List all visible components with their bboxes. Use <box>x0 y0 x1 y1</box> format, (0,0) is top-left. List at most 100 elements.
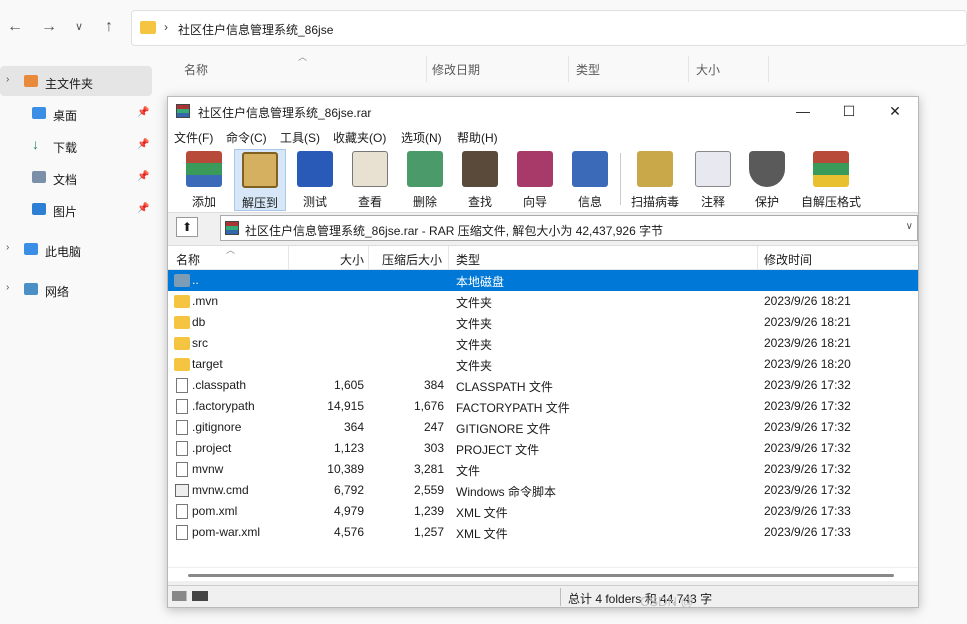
chevron-right-icon[interactable]: › <box>6 242 9 253</box>
col-header-size[interactable]: 大小 <box>340 251 364 268</box>
up-folder-button[interactable]: ⬆ <box>176 217 198 237</box>
col-header-size[interactable]: 大小 <box>696 61 720 78</box>
pin-icon[interactable]: 📌 <box>137 203 149 214</box>
comment-button[interactable]: 注释 <box>688 149 738 211</box>
table-row[interactable]: pom-war.xml 4,576 1,257 XML 文件 2023/9/26 17:… <box>168 522 918 543</box>
table-row[interactable]: .project 1,123 303 PROJECT 文件 2023/9/26 17:3… <box>168 438 918 459</box>
title-bar[interactable]: 社区住户信息管理系统_86jse.rar — ☐ ✕ <box>168 97 918 125</box>
menu-commands[interactable]: 命令(C) <box>226 129 267 146</box>
sidebar-item-network[interactable]: › 网络 <box>0 274 152 304</box>
menu-tools[interactable]: 工具(S) <box>280 129 320 146</box>
col-header-modified[interactable]: 修改时间 <box>764 251 812 268</box>
col-header-modified[interactable]: 修改日期 <box>432 61 480 78</box>
table-row[interactable]: .factorypath 14,915 1,676 FACTORYPATH 文件 202… <box>168 396 918 417</box>
wizard-icon <box>517 151 553 187</box>
sfx-archive-icon <box>813 151 849 187</box>
info-button[interactable]: 信息 <box>565 149 615 211</box>
chevron-right-icon[interactable]: › <box>6 282 9 293</box>
virus-scan-button[interactable]: 扫描病毒 <box>626 149 684 211</box>
sidebar-item-documents[interactable]: 文档 📌 <box>0 162 152 192</box>
cell-packed-size: 1,257 <box>413 525 444 539</box>
path-dropdown[interactable]: 社区住户信息管理系统_86jse.rar - RAR 压缩文件, 解包大小为 4… <box>220 215 918 241</box>
table-row[interactable]: src 文件夹 2023/9/26 18:21 <box>168 333 918 354</box>
chevron-right-icon[interactable]: › <box>6 74 9 85</box>
recycle-icon <box>407 151 443 187</box>
delete-button[interactable]: 删除 <box>400 149 450 211</box>
table-row[interactable]: .mvn 文件夹 2023/9/26 18:21 <box>168 291 918 312</box>
address-bar[interactable]: › 社区住户信息管理系统_86jse <box>131 10 967 46</box>
table-row[interactable]: target 文件夹 2023/9/26 18:20 <box>168 354 918 375</box>
pin-icon[interactable]: 📌 <box>137 139 149 150</box>
sidebar-label: 图片 <box>53 205 78 219</box>
comment-icon <box>695 151 731 187</box>
chevron-down-icon[interactable]: ∨ <box>906 221 913 232</box>
cell-size: 4,979 <box>333 504 364 518</box>
wizard-button[interactable]: 向导 <box>510 149 560 211</box>
horizontal-scrollbar[interactable] <box>168 567 918 581</box>
col-header-name[interactable]: 名称 <box>176 251 200 268</box>
table-row[interactable]: .. 本地磁盘 <box>168 270 918 291</box>
col-header-name[interactable]: 名称 <box>184 61 208 78</box>
up-arrow-icon[interactable]: ↑ <box>98 16 120 38</box>
winrar-icon <box>225 221 239 235</box>
pin-icon[interactable]: 📌 <box>137 171 149 182</box>
chevron-down-icon[interactable]: ∨ <box>68 16 90 38</box>
menu-help[interactable]: 帮助(H) <box>457 129 498 146</box>
extract-to-button[interactable]: 解压到 <box>234 149 286 211</box>
tool-label: 查看 <box>357 195 382 209</box>
col-header-packed[interactable]: 压缩后大小 <box>382 251 442 268</box>
menu-options[interactable]: 选项(N) <box>401 129 442 146</box>
folder-icon <box>140 21 156 34</box>
tool-label: 删除 <box>412 195 437 209</box>
sort-up-icon: ︿ <box>226 245 236 255</box>
table-row[interactable]: db 文件夹 2023/9/26 18:21 <box>168 312 918 333</box>
tool-label: 信息 <box>577 195 602 209</box>
cell-size: 364 <box>343 420 364 434</box>
cell-packed-size: 384 <box>423 378 444 392</box>
scrollbar-thumb[interactable] <box>188 574 894 577</box>
file-list: ︿ 名称 大小 压缩后大小 类型 修改时间 .. 本地磁盘 .mvn 文件夹 2023/… <box>168 245 918 567</box>
sidebar-label: 主文件夹 <box>45 77 94 91</box>
menu-bar: 文件(F) 命令(C) 工具(S) 收藏夹(O) 选项(N) 帮助(H) <box>168 125 918 147</box>
table-row[interactable]: .gitignore 364 247 GITIGNORE 文件 2023/9/26 17… <box>168 417 918 438</box>
table-row[interactable]: .classpath 1,605 384 CLASSPATH 文件 2023/9/26 … <box>168 375 918 396</box>
cell-modified: 2023/9/26 17:32 <box>764 441 851 455</box>
close-icon[interactable]: ✕ <box>872 97 918 125</box>
binoculars-icon <box>462 151 498 187</box>
table-row[interactable]: mvnw.cmd 6,792 2,559 Windows 命令脚本 2023/9/26 … <box>168 480 918 501</box>
minimize-icon[interactable]: — <box>780 97 826 125</box>
sidebar-label: 此电脑 <box>45 245 82 259</box>
col-header-type[interactable]: 类型 <box>576 61 600 78</box>
add-button[interactable]: 添加 <box>178 149 230 211</box>
test-button[interactable]: 测试 <box>290 149 340 211</box>
sidebar-item-desktop[interactable]: 桌面 📌 <box>0 98 152 128</box>
col-header-type[interactable]: 类型 <box>456 251 480 268</box>
pin-icon[interactable]: 📌 <box>137 107 149 118</box>
sfx-button[interactable]: 自解压格式 <box>796 149 866 211</box>
forward-arrow-icon[interactable]: → <box>38 16 60 38</box>
menu-favorites[interactable]: 收藏夹(O) <box>333 129 386 146</box>
menu-file[interactable]: 文件(F) <box>174 129 213 146</box>
back-arrow-icon[interactable]: ← <box>4 16 26 38</box>
sidebar-item-pictures[interactable]: 图片 📌 <box>0 194 152 224</box>
cell-name: .. <box>192 273 199 287</box>
sidebar-item-this-pc[interactable]: › 此电脑 <box>0 234 152 264</box>
find-button[interactable]: 查找 <box>455 149 505 211</box>
table-row[interactable]: mvnw 10,389 3,281 文件 2023/9/26 17:32 <box>168 459 918 480</box>
cell-name: src <box>192 336 208 350</box>
protect-button[interactable]: 保护 <box>742 149 792 211</box>
sort-up-icon: ︿ <box>298 52 308 62</box>
cell-packed-size: 1,676 <box>413 399 444 413</box>
tool-label: 添加 <box>191 195 216 209</box>
sidebar-item-home[interactable]: › 主文件夹 <box>0 66 152 96</box>
cell-type: 本地磁盘 <box>456 275 505 289</box>
drive-icon[interactable] <box>172 591 208 601</box>
view-button[interactable]: 查看 <box>345 149 395 211</box>
cell-size: 14,915 <box>327 399 364 413</box>
sidebar-item-downloads[interactable]: ↓ 下载 📌 <box>0 130 152 160</box>
table-row[interactable]: pom.xml 4,979 1,239 XML 文件 2023/9/26 17:33 <box>168 501 918 522</box>
cell-packed-size: 1,239 <box>413 504 444 518</box>
cell-packed-size: 2,559 <box>413 483 444 497</box>
maximize-icon[interactable]: ☐ <box>826 97 872 125</box>
tool-label: 解压到 <box>241 196 278 210</box>
